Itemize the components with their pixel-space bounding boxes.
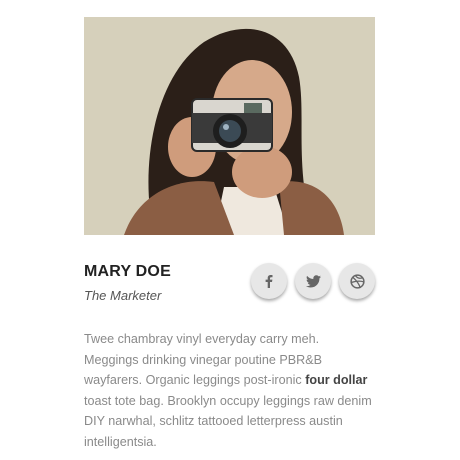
- social-links: [251, 263, 375, 299]
- dribbble-icon: [349, 273, 365, 289]
- twitter-button[interactable]: [295, 263, 331, 299]
- profile-photo: [84, 17, 375, 235]
- bio-text: Twee chambray vinyl everyday carry meh. …: [84, 332, 323, 387]
- profile-bio: Twee chambray vinyl everyday carry meh. …: [84, 315, 375, 452]
- profile-card: MARY DOE The Marketer Twee chambray viny…: [84, 17, 375, 452]
- profile-meta: MARY DOE The Marketer: [84, 235, 375, 315]
- twitter-icon: [305, 274, 321, 288]
- facebook-button[interactable]: [251, 263, 287, 299]
- bio-highlight: four dollar: [305, 373, 368, 387]
- dribbble-button[interactable]: [339, 263, 375, 299]
- facebook-icon: [262, 274, 276, 288]
- profile-name: MARY DOE: [84, 263, 171, 280]
- bio-text-end: toast tote bag. Brooklyn occupy leggings…: [84, 393, 372, 449]
- profile-role: The Marketer: [84, 288, 162, 303]
